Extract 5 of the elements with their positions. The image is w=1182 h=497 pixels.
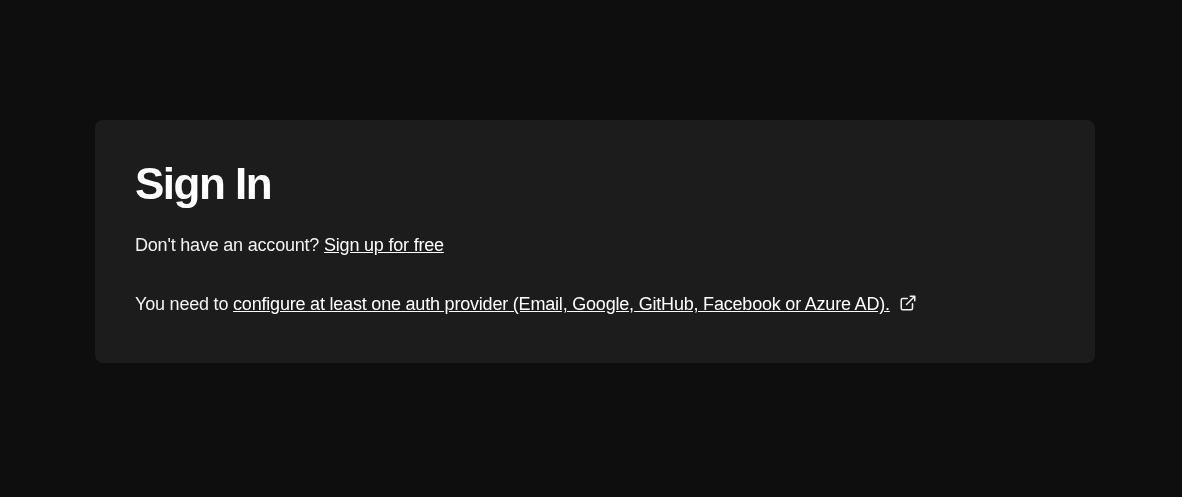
signup-link[interactable]: Sign up for free (324, 235, 444, 255)
provider-notice: You need to configure at least one auth provider (Email, Google, GitHub, Facebook or Azure AD). (135, 293, 1055, 317)
auth-provider-link[interactable]: configure at least one auth provider (Email, Google, GitHub, Facebook or Azure AD). (233, 294, 890, 315)
sign-in-title: Sign In (135, 162, 273, 206)
signup-prompt: Don't have an account? Sign up for free (135, 234, 445, 257)
